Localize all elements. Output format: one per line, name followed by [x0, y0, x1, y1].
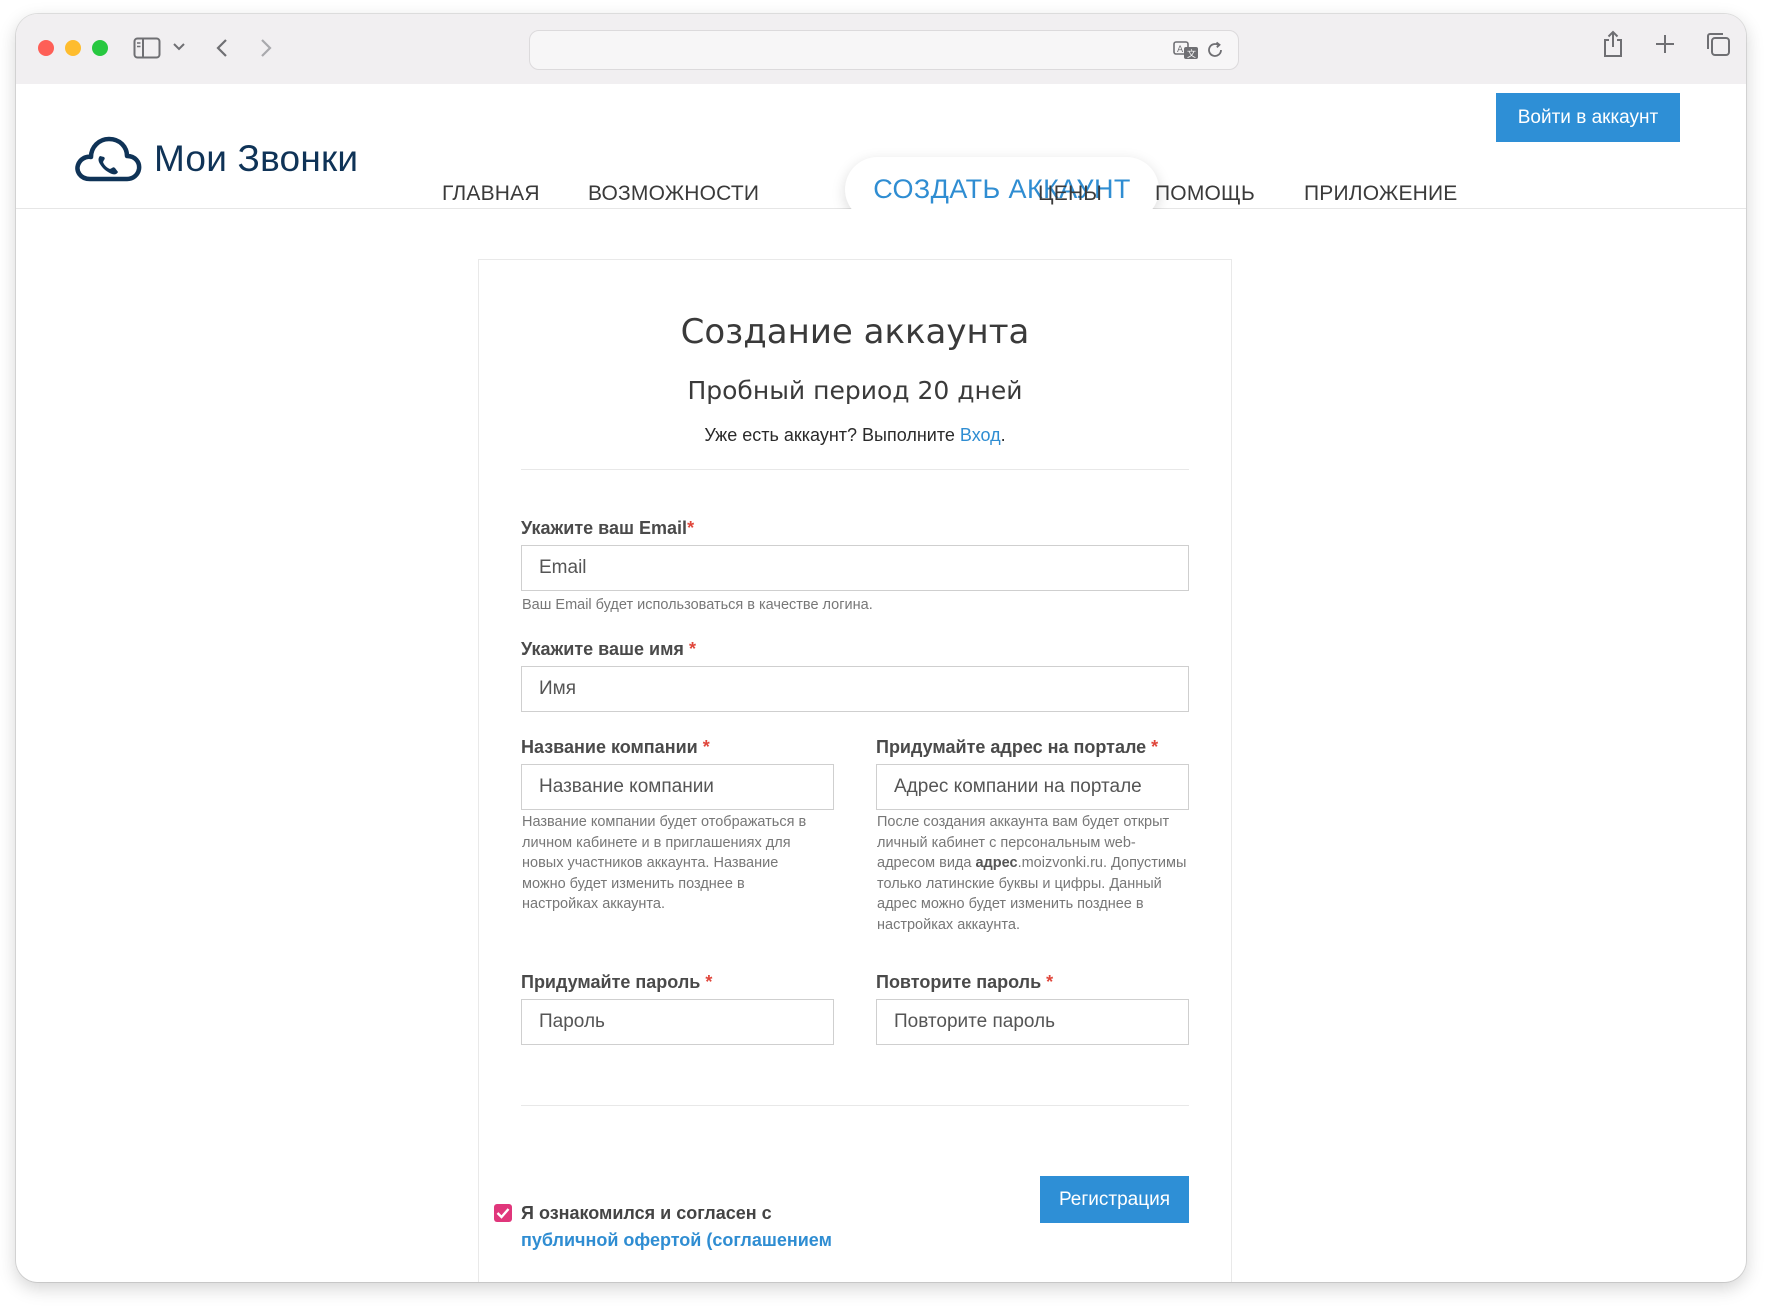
registration-card: Создание аккаунта Пробный период 20 дней… [478, 259, 1232, 1282]
new-tab-plus-icon[interactable] [1653, 32, 1677, 56]
nav-help[interactable]: ПОМОЩЬ [1155, 182, 1255, 206]
share-icon[interactable] [1600, 28, 1626, 60]
cloud-phone-icon [75, 136, 142, 182]
forward-arrow-icon[interactable] [256, 34, 276, 62]
site-logo[interactable]: Мои Звонки [74, 134, 358, 184]
back-arrow-icon[interactable] [212, 34, 232, 62]
name-label: Укажите ваше имя * [521, 639, 696, 659]
page-content: Создание аккаунта Пробный период 20 дней… [16, 209, 1746, 1282]
tab-overview-icon[interactable] [1704, 30, 1732, 58]
site-header: Мои Звонки Войти в аккаунт ГЛАВНАЯ ВОЗМО… [16, 84, 1746, 222]
chevron-down-icon[interactable] [172, 40, 186, 54]
agree-checkbox[interactable] [494, 1204, 512, 1222]
name-field[interactable]: Имя [521, 666, 1189, 712]
portal-field[interactable]: Адрес компании на портале [876, 764, 1189, 810]
company-label: Название компании * [521, 737, 710, 757]
company-hint: Название компании будет отображаться в л… [522, 814, 807, 912]
register-button[interactable]: Регистрация [1040, 1176, 1189, 1223]
company-field[interactable]: Название компании [521, 764, 834, 810]
offer-link[interactable]: публичной офертой (соглашением [521, 1227, 832, 1254]
site-logo-text: Мои Звонки [154, 138, 359, 179]
translate-icon[interactable]: A文 [1172, 38, 1200, 62]
nav-app[interactable]: ПРИЛОЖЕНИЕ [1304, 182, 1458, 206]
login-link-dot: . [1000, 425, 1006, 445]
email-hint: Ваш Email будет использоваться в качеств… [522, 597, 873, 613]
browser-toolbar: A文 [16, 14, 1746, 85]
email-label: Укажите ваш Email* [521, 518, 695, 538]
nav-features[interactable]: ВОЗМОЖНОСТИ [588, 182, 759, 206]
checkmark-icon [496, 1208, 510, 1219]
divider [521, 1105, 1189, 1106]
password-repeat-label: Повторите пароль * [876, 972, 1054, 992]
password-field[interactable]: Пароль [521, 999, 834, 1045]
minimize-window-button[interactable] [65, 40, 81, 56]
sidebar-icon[interactable] [133, 36, 161, 60]
login-link[interactable]: Вход [960, 425, 1001, 445]
portal-label: Придумайте адрес на портале * [876, 737, 1159, 757]
password-repeat-field[interactable]: Повторите пароль [876, 999, 1189, 1045]
agree-label: Я ознакомился и согласен с [521, 1203, 772, 1223]
agree-text: Я ознакомился и согласен с публичной офе… [521, 1200, 832, 1254]
email-field[interactable]: Email [521, 545, 1189, 591]
zoom-window-button[interactable] [92, 40, 108, 56]
nav-prices[interactable]: ЦЕНЫ [1038, 182, 1102, 206]
browser-window: A文 Мои Звонки Войти в аккаунт ГЛАВНАЯ ВО… [16, 14, 1746, 1282]
close-window-button[interactable] [38, 40, 54, 56]
reload-icon[interactable] [1204, 39, 1226, 61]
svg-text:A: A [1177, 45, 1184, 55]
page-title: Создание аккаунта [680, 312, 1030, 352]
address-bar[interactable]: A文 [529, 30, 1239, 70]
has-account-text: Уже есть аккаунт? Выполните Вход. [479, 425, 1231, 446]
divider [521, 469, 1189, 470]
svg-text:文: 文 [1187, 48, 1196, 60]
has-account-label: Уже есть аккаунт? Выполните [704, 425, 960, 445]
nav-home[interactable]: ГЛАВНАЯ [442, 182, 540, 206]
login-button[interactable]: Войти в аккаунт [1496, 93, 1680, 142]
portal-hint: После создания аккаунта вам будет открыт… [877, 814, 1187, 933]
password-label: Придумайте пароль * [521, 972, 713, 992]
trial-subtitle: Пробный период 20 дней [687, 376, 1023, 405]
